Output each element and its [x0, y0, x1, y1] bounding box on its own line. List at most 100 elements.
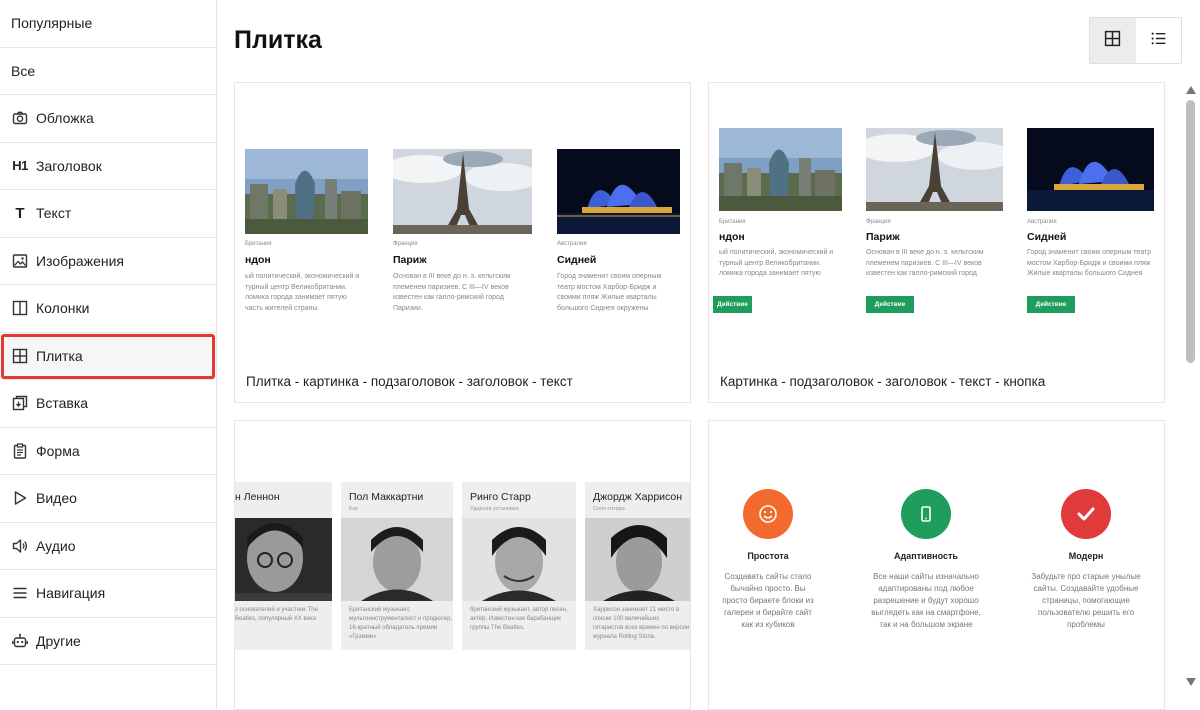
sidebar-item-all[interactable]: Все: [0, 48, 216, 95]
template-card-tiles-text[interactable]: Британия ндон ый политический, экономиче…: [234, 82, 691, 403]
phone-icon: [901, 489, 951, 539]
sidebar-item-popular[interactable]: Популярные: [0, 0, 216, 48]
grid-view-icon: [1104, 30, 1121, 52]
speaker-icon: [11, 537, 29, 555]
sidebar-item-tiles[interactable]: Плитка: [0, 332, 216, 380]
image-icon: [11, 252, 29, 270]
template-caption: Картинка - подзаголовок - заголовок - те…: [720, 374, 1046, 389]
feature-item: Модерн Забудьте про старые унылые сайты.…: [1029, 489, 1143, 631]
feature-item: Адаптивность Все наши сайты изначально а…: [869, 489, 983, 631]
person-card: н Леннон з основателей и участник The Be…: [235, 482, 332, 650]
person-card: Пол Маккартни Бас Британский музыкант, м…: [341, 482, 453, 650]
tile-title: Париж: [393, 254, 427, 266]
tile-subtitle: Британия: [719, 219, 746, 225]
sidebar-item-label: Колонки: [36, 300, 90, 317]
person-card: Джордж Харрисон Соло-гитара Харрисон зан…: [585, 482, 690, 650]
sidebar-item-cover[interactable]: Обложка: [0, 95, 216, 143]
tile-title: Сидней: [557, 254, 597, 266]
sidebar-item-embed[interactable]: Вставка: [0, 380, 216, 428]
sidebar-item-label: Навигация: [36, 585, 106, 602]
feature-desc: Забудьте про старые унылые сайты. Создав…: [1031, 572, 1141, 629]
person-photo: [341, 518, 453, 601]
sydney-image: [1027, 128, 1154, 211]
tile-text: Основан в III веке до н. э. кельтским пл…: [866, 249, 984, 277]
main-content: Плитка Британия ндон ый политический, эк…: [217, 0, 1200, 710]
sidebar-item-label: Форма: [36, 442, 80, 459]
tile-action-button[interactable]: Действие: [866, 296, 914, 313]
scrollbar-thumb[interactable]: [1186, 100, 1195, 363]
person-photo: [462, 518, 576, 601]
person-desc: британский музыкант, автор песен, актёр.…: [470, 607, 568, 631]
person-name: н Леннон: [235, 491, 280, 503]
scroll-up-arrow-icon[interactable]: [1186, 86, 1196, 94]
sidebar-item-navigation[interactable]: Навигация: [0, 570, 216, 618]
scrollbar[interactable]: [1182, 82, 1200, 692]
tile-text: ый политический, экономический и турный …: [719, 249, 834, 277]
check-icon: [1061, 489, 1111, 539]
tile-title: ндон: [245, 254, 271, 266]
tile-title: ндон: [719, 231, 745, 243]
feature-item: Простота Создавать сайты стало бычайно п…: [719, 489, 817, 631]
feature-desc: Создавать сайты стало бычайно просто. Вы…: [722, 572, 814, 629]
tile-text: Основан в III веке до н. э. кельтским пл…: [393, 273, 511, 312]
smile-icon: [743, 489, 793, 539]
sidebar-item-audio[interactable]: Аудио: [0, 523, 216, 570]
template-card-features[interactable]: Простота Создавать сайты стало бычайно п…: [708, 420, 1165, 710]
tile-title: Париж: [866, 231, 900, 243]
person-photo: [235, 518, 332, 601]
sidebar-item-text[interactable]: T Текст: [0, 190, 216, 238]
page-title: Плитка: [234, 26, 322, 54]
sidebar-item-label: Вставка: [36, 395, 89, 412]
sidebar: Популярные Все Обложка H1 Заголовок T Те…: [0, 0, 217, 708]
person-desc: Британский музыкант, мультиинструментали…: [349, 607, 453, 640]
tile-subtitle: Австралия: [557, 241, 587, 247]
person-name: Джордж Харрисон: [593, 491, 683, 503]
sidebar-item-label: Аудио: [36, 537, 76, 554]
person-role: Соло-гитара: [593, 506, 625, 512]
text-t-icon: T: [15, 204, 25, 222]
tile-text: Город знаменит своим оперным театр мосто…: [1027, 249, 1152, 277]
tile-subtitle: Франция: [866, 219, 891, 225]
sidebar-item-label: Популярные: [11, 15, 93, 32]
person-desc: Харрисон занимает 21 место в списке 100 …: [593, 607, 690, 640]
sidebar-item-label: Видео: [36, 490, 77, 507]
list-view-button[interactable]: [1136, 18, 1182, 63]
sidebar-item-columns[interactable]: Колонки: [0, 285, 216, 333]
feature-desc: Все наши сайты изначально адаптированы п…: [871, 572, 981, 629]
person-role: Бас: [349, 506, 359, 512]
person-card: Ринго Старр Ударная установка британский…: [462, 482, 576, 650]
london-image: [245, 149, 368, 234]
heading-h1-icon: H1: [12, 158, 28, 174]
person-name: Пол Маккартни: [349, 491, 424, 503]
sidebar-item-images[interactable]: Изображения: [0, 238, 216, 285]
tile-title: Сидней: [1027, 231, 1067, 243]
template-caption: Плитка - картинка - подзаголовок - загол…: [246, 374, 573, 389]
view-toggle: [1089, 17, 1182, 64]
paris-image: [866, 128, 1003, 211]
play-icon: [11, 489, 29, 507]
columns-icon: [11, 299, 29, 317]
template-card-tiles-button[interactable]: Британия ндон ый политический, экономиче…: [708, 82, 1165, 403]
person-photo: [585, 518, 690, 601]
tile-action-button[interactable]: Действие: [1027, 296, 1075, 313]
feature-title: Адаптивность: [894, 551, 958, 561]
tile-subtitle: Британия: [245, 241, 272, 247]
grid-view-button[interactable]: [1090, 18, 1136, 63]
sidebar-item-form[interactable]: Форма: [0, 428, 216, 475]
scroll-down-arrow-icon[interactable]: [1186, 678, 1196, 686]
feature-title: Модерн: [1068, 551, 1104, 561]
feature-title: Простота: [747, 551, 789, 561]
grid-icon: [11, 347, 29, 365]
sidebar-item-other[interactable]: Другие: [0, 618, 216, 665]
sidebar-item-video[interactable]: Видео: [0, 475, 216, 523]
sidebar-item-label: Изображения: [36, 252, 124, 269]
sidebar-item-heading[interactable]: H1 Заголовок: [0, 143, 216, 190]
tile-text: Город знаменит своим оперным театр мосто…: [557, 273, 662, 312]
tile-subtitle: Австралия: [1027, 219, 1057, 225]
template-card-people[interactable]: н Леннон з основателей и участник The Be…: [234, 420, 691, 710]
list-view-icon: [1150, 30, 1167, 52]
tile-action-button[interactable]: Действие: [713, 296, 752, 313]
form-clipboard-icon: [11, 442, 29, 460]
tile-text: ый политический, экономический и турный …: [245, 273, 360, 312]
person-role: Ударная установка: [470, 506, 519, 512]
